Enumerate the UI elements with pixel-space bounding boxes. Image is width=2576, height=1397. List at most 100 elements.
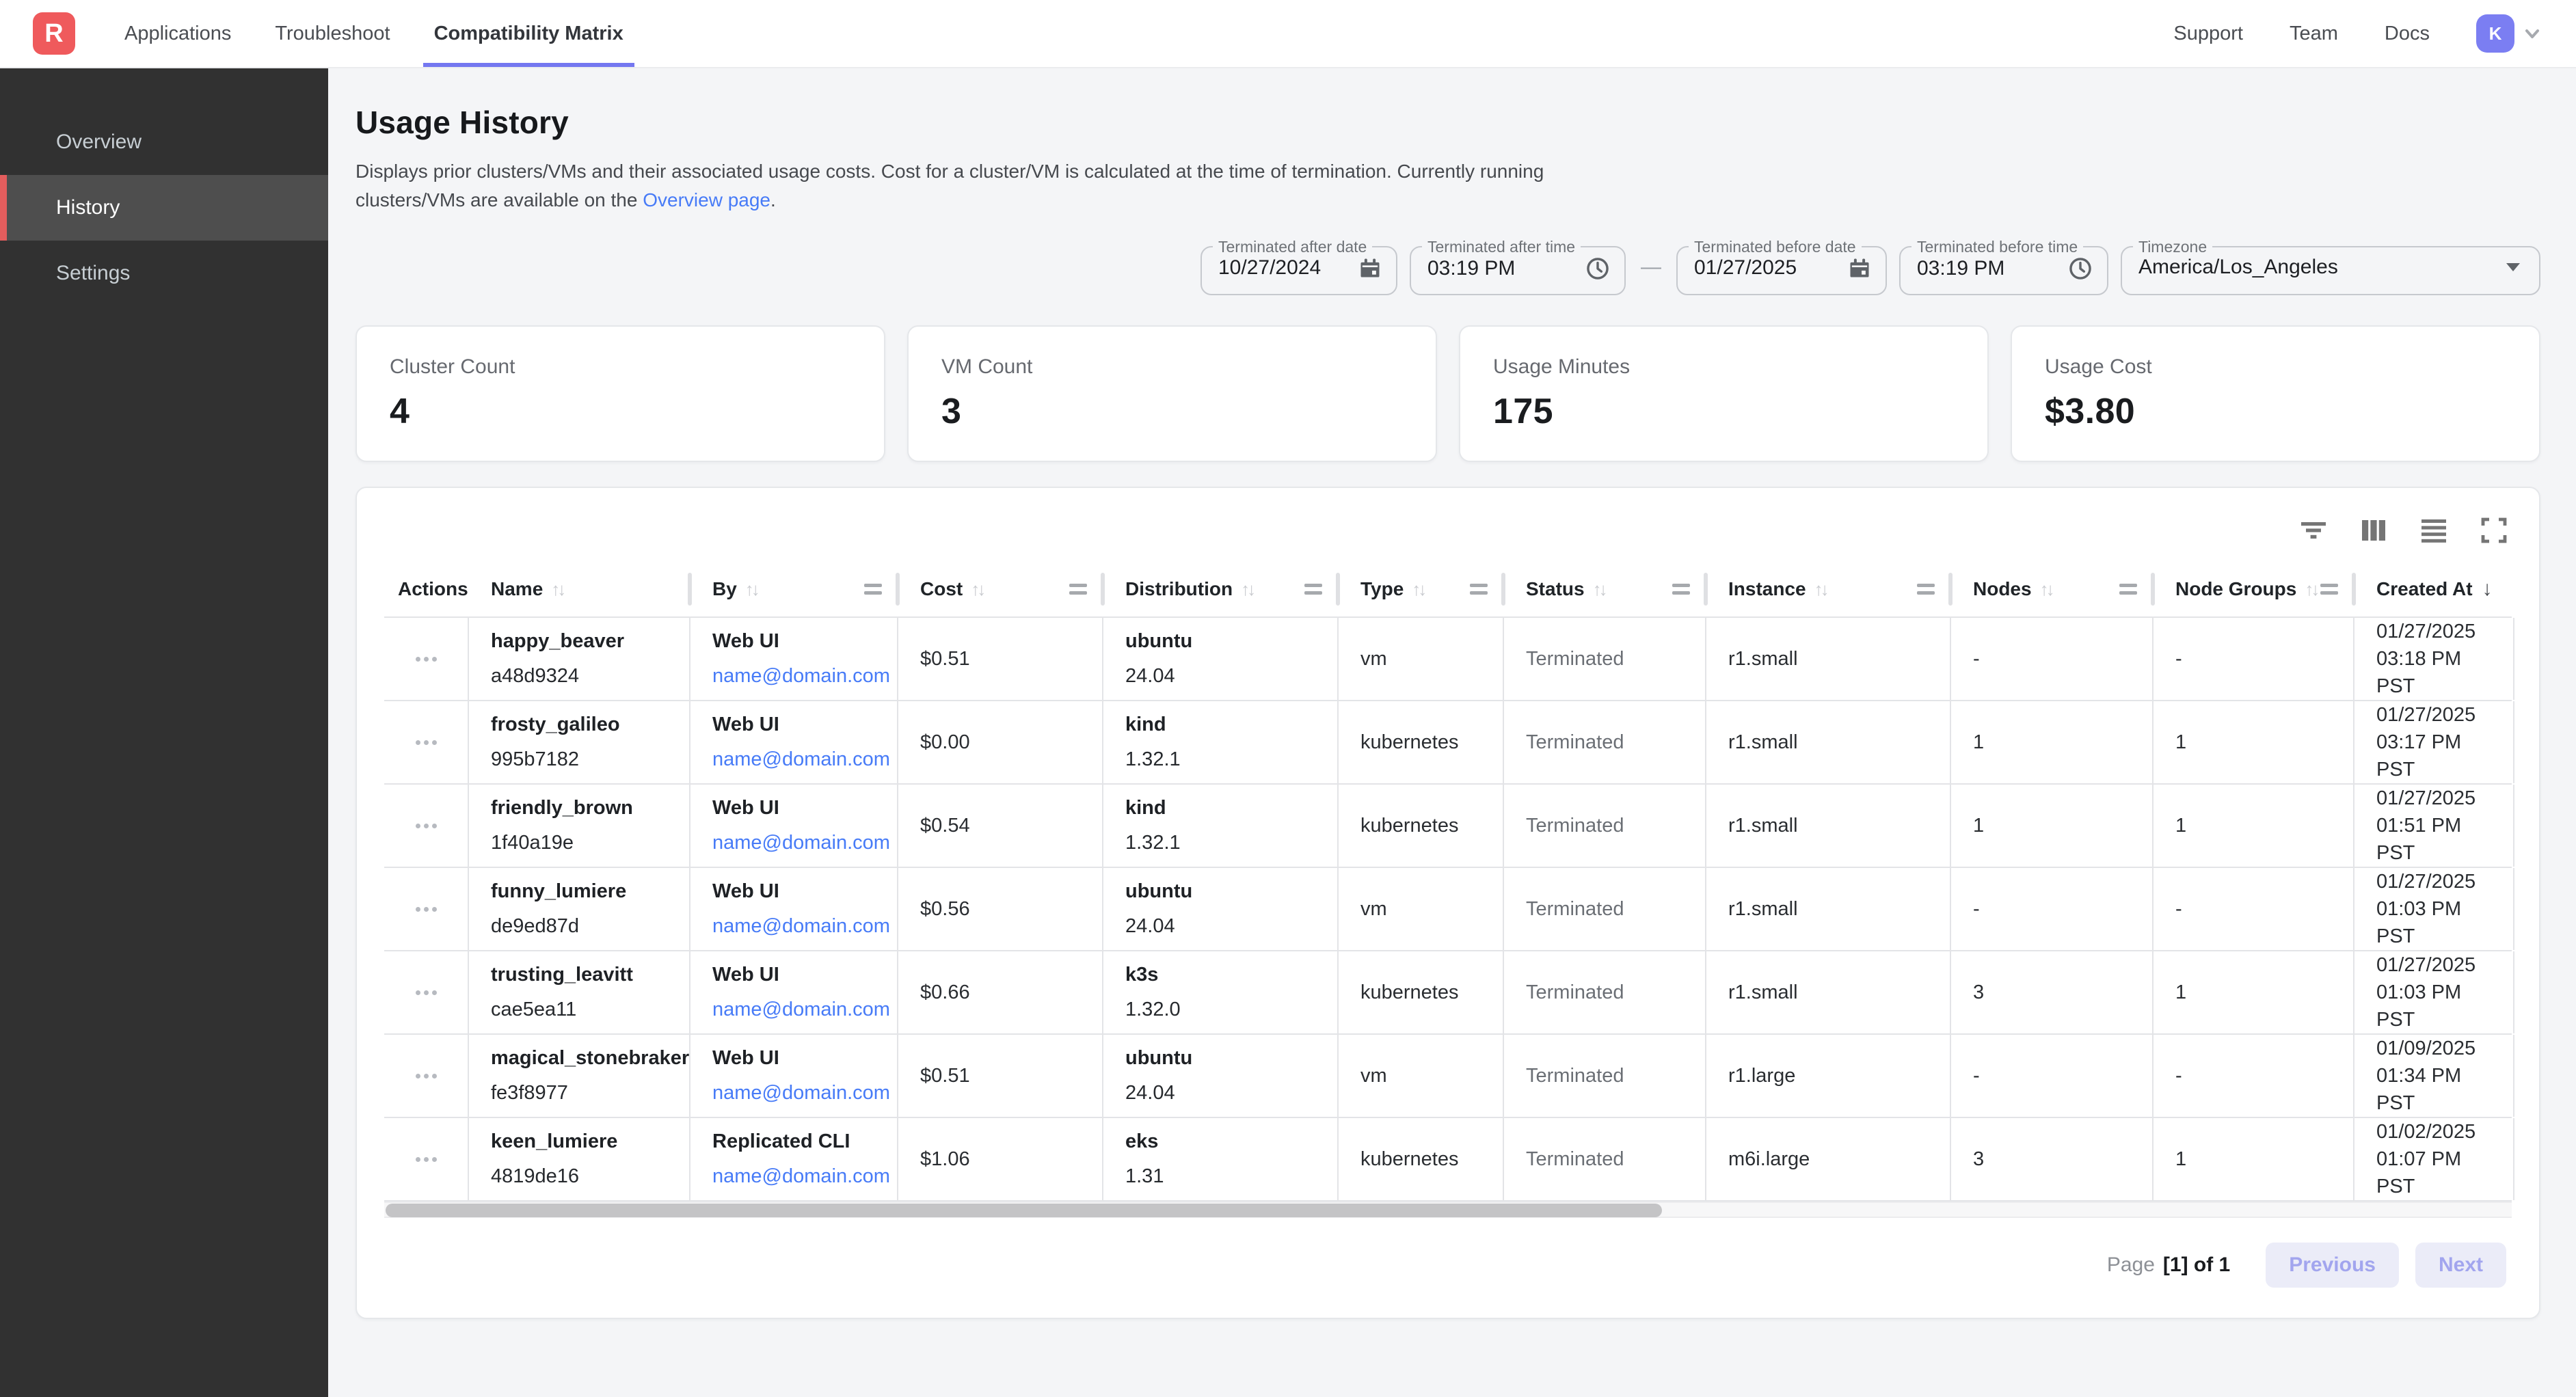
column-header-name[interactable]: Name↑↓: [469, 562, 690, 616]
row-actions-button[interactable]: [410, 732, 442, 753]
column-header-status[interactable]: Status↑↓: [1504, 562, 1706, 616]
column-header-distribution[interactable]: Distribution ↑↓: [1103, 562, 1339, 616]
row-actions-button[interactable]: [410, 899, 442, 920]
user-email-link[interactable]: name@domain.com: [712, 665, 886, 688]
nav-link-team[interactable]: Team: [2290, 23, 2338, 45]
column-menu-icon[interactable]: [864, 584, 882, 595]
cell-created: 01/27/202501:51 PM PST: [2354, 785, 2514, 867]
nav-tab-applications[interactable]: Applications: [113, 0, 242, 67]
column-menu-icon[interactable]: [1917, 584, 1935, 595]
sidebar-item-history[interactable]: History: [0, 175, 328, 241]
sort-arrows-icon[interactable]: ↑↓: [971, 579, 983, 600]
sort-arrows-icon[interactable]: ↑↓: [1241, 579, 1253, 600]
terminated-after-date-value[interactable]: 10/27/2024: [1218, 256, 1321, 280]
cell-line1: magical_stonebraker: [491, 1047, 678, 1070]
density-icon[interactable]: [2419, 515, 2449, 545]
user-email-link[interactable]: name@domain.com: [712, 999, 886, 1021]
cell-line1: ubuntu: [1125, 880, 1326, 903]
row-actions-button[interactable]: [410, 1066, 442, 1087]
nav-link-docs[interactable]: Docs: [2385, 23, 2430, 45]
column-header-label: Distribution: [1125, 578, 1233, 600]
terminated-before-time-field[interactable]: Terminated before time 03:19 PM: [1899, 239, 2108, 295]
column-menu-icon[interactable]: [1304, 584, 1322, 595]
column-header-by[interactable]: By↑↓: [690, 562, 898, 616]
sidebar-item-overview[interactable]: Overview: [0, 109, 328, 175]
terminated-after-date-field[interactable]: Terminated after date 10/27/2024: [1200, 239, 1397, 295]
terminated-before-time-value[interactable]: 03:19 PM: [1917, 257, 2004, 280]
calendar-icon[interactable]: [1847, 256, 1872, 280]
cell-text: 1: [2175, 812, 2342, 839]
sort-arrows-icon[interactable]: ↑↓: [551, 579, 563, 600]
column-header-type[interactable]: Type↑↓: [1339, 562, 1504, 616]
cell-line2: a48d9324: [491, 665, 678, 688]
fullscreen-icon[interactable]: [2479, 515, 2509, 545]
cell-status: Terminated: [1504, 785, 1706, 867]
cell-node_groups: -: [2154, 1035, 2354, 1117]
user-email-link[interactable]: name@domain.com: [712, 1165, 886, 1188]
cell-cost: $0.56: [898, 868, 1103, 950]
terminated-before-date-field[interactable]: Terminated before date 01/27/2025: [1676, 239, 1887, 295]
timezone-value[interactable]: America/Los_Angeles: [2138, 256, 2338, 279]
nav-tab-troubleshoot[interactable]: Troubleshoot: [264, 0, 401, 67]
column-header-node_groups[interactable]: Node Groups↑↓: [2154, 562, 2354, 616]
cell-line2: de9ed87d: [491, 915, 678, 938]
cell-text: r1.small: [1728, 645, 1939, 673]
column-menu-icon[interactable]: [1672, 584, 1690, 595]
cell-actions: [384, 785, 469, 867]
sort-arrows-icon[interactable]: ↑↓: [745, 579, 757, 600]
horizontal-scrollbar-thumb[interactable]: [386, 1204, 1662, 1217]
terminated-after-time-value[interactable]: 03:19 PM: [1427, 257, 1515, 280]
user-email-link[interactable]: name@domain.com: [712, 1082, 886, 1104]
cell-cost: $1.06: [898, 1118, 1103, 1200]
cell-status: Terminated: [1504, 1035, 1706, 1117]
sort-desc-icon[interactable]: ↓: [2482, 578, 2493, 601]
row-actions-button[interactable]: [410, 649, 442, 670]
replicated-logo[interactable]: R: [33, 12, 75, 55]
row-actions-button[interactable]: [410, 982, 442, 1003]
column-menu-icon[interactable]: [2320, 584, 2338, 595]
cell-instance: r1.small: [1706, 951, 1951, 1033]
column-header-created[interactable]: Created At↓: [2354, 562, 2514, 616]
column-header-instance[interactable]: Instance↑↓: [1706, 562, 1951, 616]
column-header-nodes[interactable]: Nodes↑↓: [1951, 562, 2154, 616]
user-email-link[interactable]: name@domain.com: [712, 915, 886, 938]
sort-arrows-icon[interactable]: ↑↓: [1814, 579, 1827, 600]
nav-tab-compatibility-matrix[interactable]: Compatibility Matrix: [423, 0, 634, 67]
dropdown-arrow-icon[interactable]: [2506, 263, 2520, 271]
sort-arrows-icon[interactable]: ↑↓: [2305, 579, 2317, 600]
column-header-cost[interactable]: Cost↑↓: [898, 562, 1103, 616]
cell-text: m6i.large: [1728, 1145, 1939, 1173]
horizontal-scrollbar-track[interactable]: [384, 1202, 2512, 1218]
description-period: .: [770, 189, 776, 211]
cell-created: 01/02/202501:07 PM PST: [2354, 1118, 2514, 1200]
row-actions-button[interactable]: [410, 1149, 442, 1170]
terminated-after-time-field[interactable]: Terminated after time 03:19 PM: [1410, 239, 1626, 295]
terminated-before-date-value[interactable]: 01/27/2025: [1694, 256, 1797, 280]
nav-link-support[interactable]: Support: [2173, 23, 2243, 45]
timezone-select[interactable]: Timezone America/Los_Angeles: [2121, 239, 2540, 295]
next-page-button[interactable]: Next: [2415, 1243, 2506, 1288]
column-menu-icon[interactable]: [1470, 584, 1488, 595]
column-menu-icon[interactable]: [1069, 584, 1087, 595]
user-email-link[interactable]: name@domain.com: [712, 748, 886, 771]
top-navbar: R Applications Troubleshoot Compatibility …: [0, 0, 2576, 68]
sidebar-item-settings[interactable]: Settings: [0, 241, 328, 306]
sort-arrows-icon[interactable]: ↑↓: [2040, 579, 2052, 600]
account-menu-button[interactable]: K: [2476, 14, 2543, 53]
sort-arrows-icon[interactable]: ↑↓: [1593, 579, 1605, 600]
row-actions-button[interactable]: [410, 815, 442, 837]
cell-instance: r1.small: [1706, 785, 1951, 867]
cell-line1: kind: [1125, 797, 1326, 819]
columns-icon[interactable]: [2359, 515, 2389, 545]
cell-cost: $0.00: [898, 701, 1103, 783]
sort-arrows-icon[interactable]: ↑↓: [1412, 579, 1424, 600]
description-line2: clusters/VMs are available on the: [355, 189, 643, 211]
overview-page-link[interactable]: Overview page: [643, 189, 770, 211]
column-menu-icon[interactable]: [2119, 584, 2137, 595]
previous-page-button[interactable]: Previous: [2266, 1243, 2399, 1288]
calendar-icon[interactable]: [1358, 256, 1382, 280]
clock-icon[interactable]: [2067, 256, 2093, 282]
clock-icon[interactable]: [1585, 256, 1611, 282]
user-email-link[interactable]: name@domain.com: [712, 832, 886, 854]
filter-icon[interactable]: [2298, 515, 2329, 545]
